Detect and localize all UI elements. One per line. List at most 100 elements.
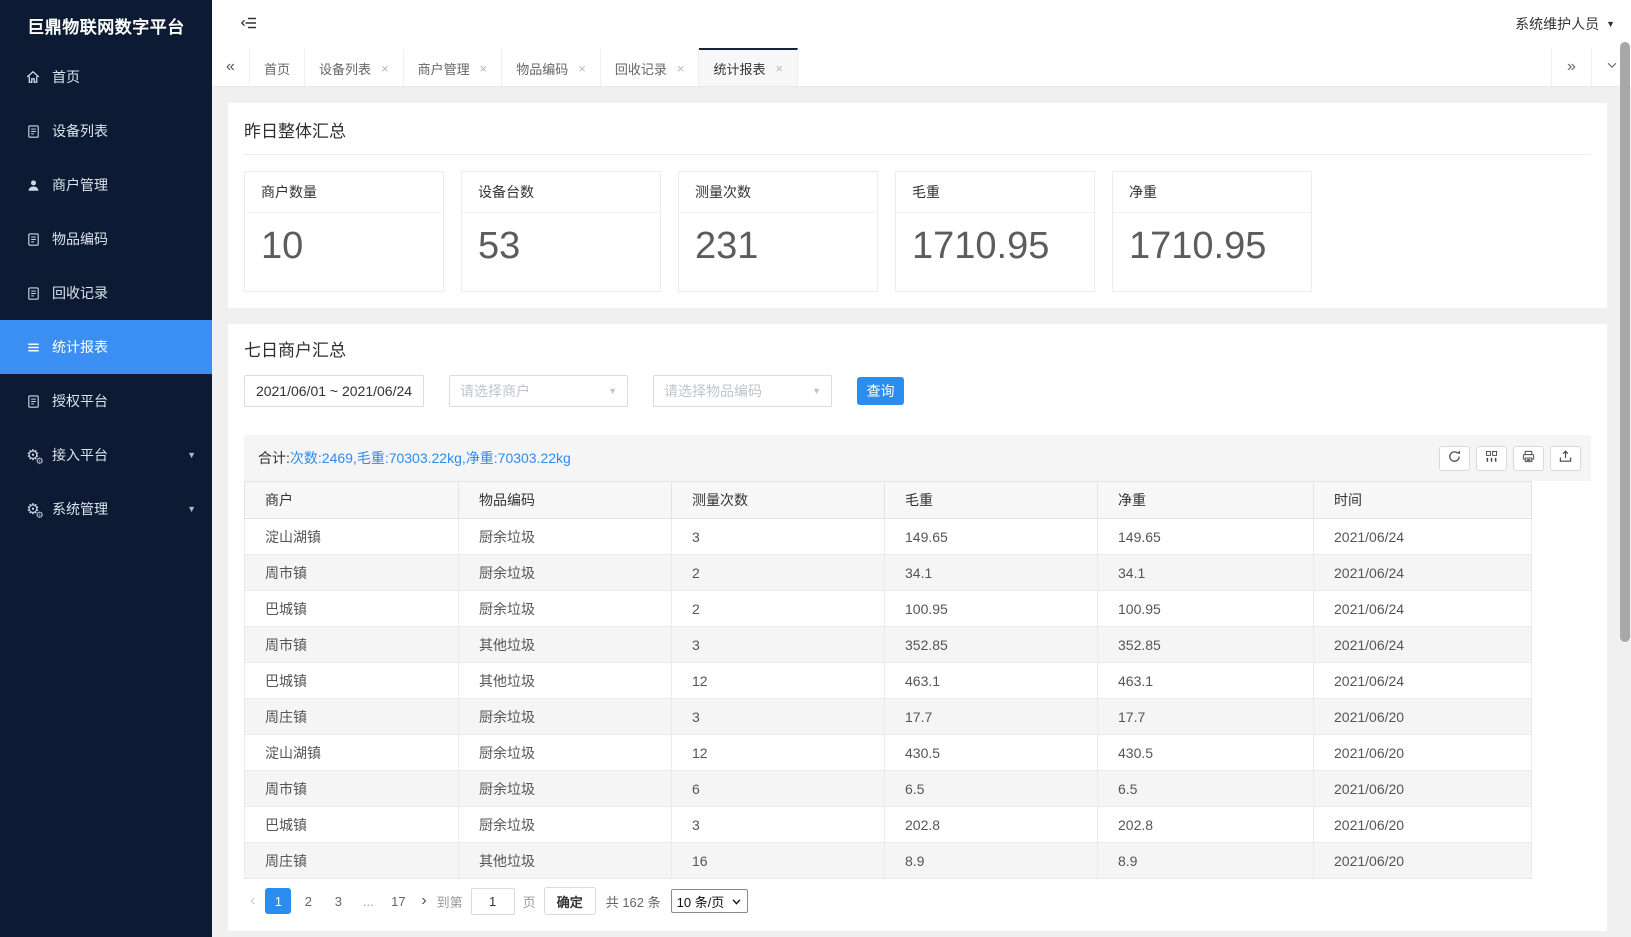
total-value: 次数:2469,毛重:70303.22kg,净重:70303.22kg — [290, 448, 571, 468]
table-cell: 厨余垃圾 — [459, 699, 672, 735]
chevron-down-icon: ▼ — [608, 386, 617, 396]
table-row-0: 淀山湖镇厨余垃圾3149.65149.652021/06/24 — [245, 519, 1532, 555]
document-icon — [24, 122, 42, 140]
table-row-7: 周市镇厨余垃圾66.56.52021/06/20 — [245, 771, 1532, 807]
sidebar-item-item-code[interactable]: 物品编码 — [0, 212, 212, 266]
sidebar-item-recycle-records[interactable]: 回收记录 — [0, 266, 212, 320]
item-code-select[interactable]: 请选择物品编码 ▼ — [653, 375, 832, 407]
table-cell: 周市镇 — [245, 627, 459, 663]
column-header-0: 商户 — [245, 482, 459, 519]
user-name: 系统维护人员 — [1515, 14, 1599, 34]
table-cell: 202.8 — [1098, 807, 1314, 843]
sidebar-item-statistics-report[interactable]: 统计报表 — [0, 320, 212, 374]
next-page-button[interactable]: › — [419, 892, 428, 910]
prev-page-button[interactable]: ‹ — [248, 892, 257, 910]
date-range-input[interactable] — [244, 375, 424, 407]
sidebar-item-access-platform[interactable]: ⚙⚙ 接入平台 ▼ — [0, 428, 212, 482]
page-unit-label: 页 — [523, 892, 536, 911]
document-icon — [24, 230, 42, 248]
report-table: 商户物品编码测量次数毛重净重时间 淀山湖镇厨余垃圾3149.65149.6520… — [244, 481, 1532, 879]
sidebar-item-home[interactable]: 首页 — [0, 50, 212, 104]
sidebar-item-authorized-platform[interactable]: 授权平台 — [0, 374, 212, 428]
goto-page-input[interactable] — [471, 888, 515, 915]
table-cell: 3 — [672, 627, 885, 663]
table-cell: 厨余垃圾 — [459, 771, 672, 807]
column-header-3: 毛重 — [885, 482, 1098, 519]
tab-merchant-management[interactable]: 商户管理 × — [404, 48, 503, 86]
tab-home[interactable]: 首页 — [250, 48, 305, 86]
pagination: ‹ 123...17 › 到第 页 确定 共 162 条 10 条/页 — [244, 887, 1591, 921]
table-cell: 2021/06/24 — [1314, 555, 1532, 591]
close-icon[interactable]: × — [480, 61, 488, 76]
page-button-2[interactable]: 2 — [295, 888, 321, 914]
sidebar-item-system-management[interactable]: ⚙⚙ 系统管理 ▼ — [0, 482, 212, 536]
vertical-scrollbar[interactable] — [1620, 42, 1630, 642]
tab-device-list[interactable]: 设备列表 × — [305, 48, 404, 86]
seven-day-report-card: 七日商户汇总 请选择商户 ▼ 请选择物品编码 ▼ 查询 合计: 次数:246 — [228, 324, 1607, 931]
tab-item-code[interactable]: 物品编码 × — [502, 48, 601, 86]
close-icon[interactable]: × — [775, 61, 783, 76]
table-row-9: 周庄镇其他垃圾168.98.92021/06/20 — [245, 843, 1532, 879]
sidebar-item-merchant-management[interactable]: 商户管理 — [0, 158, 212, 212]
refresh-button[interactable] — [1439, 446, 1470, 471]
home-icon — [24, 68, 42, 86]
table-cell: 2021/06/24 — [1314, 663, 1532, 699]
table-cell: 34.1 — [1098, 555, 1314, 591]
export-button[interactable] — [1550, 446, 1581, 471]
total-count-label: 共 162 条 — [606, 892, 661, 911]
table-header-row: 商户物品编码测量次数毛重净重时间 — [245, 482, 1532, 519]
table-cell: 100.95 — [1098, 591, 1314, 627]
close-icon[interactable]: × — [677, 61, 685, 76]
tabs-scroll-left-button[interactable]: « — [212, 48, 250, 86]
tab-statistics-report[interactable]: 统计报表 × — [699, 48, 798, 86]
table-cell: 149.65 — [885, 519, 1098, 555]
confirm-page-button[interactable]: 确定 — [544, 887, 596, 915]
table-cell: 6.5 — [885, 771, 1098, 807]
table-cell: 352.85 — [1098, 627, 1314, 663]
content-area: 昨日整体汇总 商户数量 10 设备台数 53 测量次数 231 毛重 1710.… — [212, 87, 1631, 937]
table-cell: 巴城镇 — [245, 663, 459, 699]
table-toolbar: 合计: 次数:2469,毛重:70303.22kg,净重:70303.22kg — [244, 435, 1591, 481]
refresh-icon — [1447, 449, 1462, 467]
close-icon[interactable]: × — [578, 61, 586, 76]
merchant-select[interactable]: 请选择商户 ▼ — [449, 375, 628, 407]
page-numbers: 123...17 — [265, 888, 411, 914]
item-code-select-placeholder: 请选择物品编码 — [664, 381, 762, 401]
table-cell: 厨余垃圾 — [459, 519, 672, 555]
table-cell: 巴城镇 — [245, 807, 459, 843]
table-cell: 厨余垃圾 — [459, 807, 672, 843]
search-button[interactable]: 查询 — [857, 377, 904, 405]
chevron-double-left-icon: « — [226, 58, 235, 76]
column-header-4: 净重 — [1098, 482, 1314, 519]
table-cell: 352.85 — [885, 627, 1098, 663]
app-title: 巨鼎物联网数字平台 — [0, 0, 212, 50]
collapse-sidebar-button[interactable] — [240, 15, 258, 34]
table-cell: 巴城镇 — [245, 591, 459, 627]
table-cell: 202.8 — [885, 807, 1098, 843]
table-cell: 周庄镇 — [245, 843, 459, 879]
tabs-scroll-right-button[interactable]: » — [1551, 48, 1591, 86]
print-button[interactable] — [1513, 446, 1544, 471]
page-size-select[interactable]: 10 条/页 — [671, 889, 749, 913]
page-button-17[interactable]: 17 — [385, 888, 411, 914]
table-cell: 周庄镇 — [245, 699, 459, 735]
user-menu[interactable]: 系统维护人员 ▼ — [1515, 14, 1615, 34]
table-cell: 463.1 — [885, 663, 1098, 699]
column-header-5: 时间 — [1314, 482, 1532, 519]
document-icon — [24, 392, 42, 410]
stat-card-1: 设备台数 53 — [461, 171, 661, 292]
table-cell: 2 — [672, 591, 885, 627]
page-button-1[interactable]: 1 — [265, 888, 291, 914]
chevron-down-icon — [1605, 58, 1619, 77]
columns-button[interactable] — [1476, 446, 1507, 471]
tab-recycle-records[interactable]: 回收记录 × — [601, 48, 700, 86]
table-cell: 8.9 — [885, 843, 1098, 879]
user-icon — [24, 176, 42, 194]
close-icon[interactable]: × — [381, 61, 389, 76]
open-tabs: 首页 设备列表 × 商户管理 × 物品编码 × 回收记录 × 统计报表 × — [250, 48, 1551, 86]
print-icon — [1521, 449, 1536, 467]
table-cell: 3 — [672, 699, 885, 735]
sidebar-item-device-list[interactable]: 设备列表 — [0, 104, 212, 158]
table-row-5: 周庄镇厨余垃圾317.717.72021/06/20 — [245, 699, 1532, 735]
page-button-3[interactable]: 3 — [325, 888, 351, 914]
